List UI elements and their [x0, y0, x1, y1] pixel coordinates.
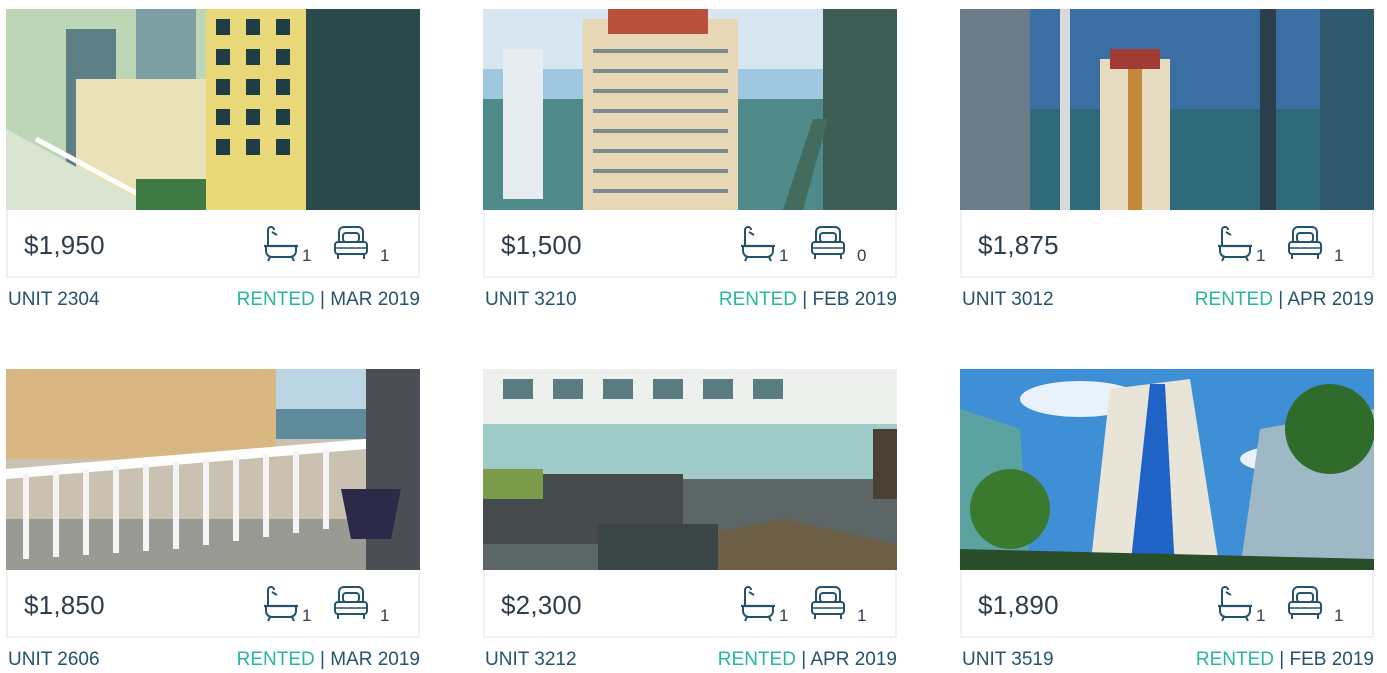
listing-photo[interactable]: [6, 369, 420, 570]
rented-date: MAR 2019: [330, 289, 420, 310]
bath-count: 1: [1256, 246, 1266, 265]
bed-count: 1: [380, 246, 390, 265]
listing-card[interactable]: $1,500 1 0 UNIT 3210 RENTED | FEB 2019: [483, 9, 897, 314]
bathtub-icon: [1216, 584, 1254, 624]
unit-number: UNIT 2606: [8, 649, 100, 670]
listing-meta: UNIT 3519 RENTED | FEB 2019: [960, 646, 1374, 673]
rented-label: RENTED: [236, 289, 315, 310]
rented-label: RENTED: [236, 649, 315, 670]
bathtub-icon: [1216, 224, 1254, 264]
listing-price: $1,950: [24, 230, 105, 260]
listing-status: RENTED | MAR 2019: [236, 649, 420, 670]
bathtub-icon: [739, 584, 777, 624]
listing-meta: UNIT 3012 RENTED | APR 2019: [960, 286, 1374, 314]
amenities: 1 0: [733, 220, 883, 272]
rented-date: APR 2019: [810, 649, 897, 670]
rented-date: FEB 2019: [1289, 649, 1375, 670]
bath-count: 1: [302, 246, 312, 265]
listing-meta: UNIT 3212 RENTED | APR 2019: [483, 646, 897, 673]
bed-count: 0: [857, 246, 867, 265]
listing-card[interactable]: $1,950 1 1 UNIT 2304 RENTED | MAR 2019: [6, 9, 420, 314]
listing-photo[interactable]: [960, 9, 1374, 210]
bathtub-icon: [262, 224, 300, 264]
listing-info: $2,300 1 1: [483, 570, 897, 638]
listing-card[interactable]: $2,300 1 1 UNIT 3212 RENTED | APR 2019: [483, 369, 897, 673]
listing-photo[interactable]: [6, 9, 420, 210]
listing-status: RENTED | MAR 2019: [236, 289, 420, 310]
listing-price: $1,850: [24, 590, 105, 620]
listing-status: RENTED | APR 2019: [1194, 289, 1374, 310]
bathtub-icon: [739, 224, 777, 264]
bed-icon: [809, 584, 847, 624]
listing-photo[interactable]: [483, 369, 897, 570]
bed-icon: [1286, 224, 1324, 264]
listing-card[interactable]: $1,850 1 1 UNIT 2606 RENTED | MAR 2019: [6, 369, 420, 673]
bath-count: 1: [302, 606, 312, 625]
bed-count: 1: [857, 606, 867, 625]
bed-icon: [809, 224, 847, 264]
listing-info: $1,890 1 1: [960, 570, 1374, 638]
rented-label: RENTED: [717, 649, 796, 670]
listing-card[interactable]: $1,890 1 1 UNIT 3519 RENTED | FEB 2019: [960, 369, 1374, 673]
bed-count: 1: [380, 606, 390, 625]
bed-count: 1: [1334, 246, 1344, 265]
listing-price: $1,500: [501, 230, 582, 260]
bath-count: 1: [1256, 606, 1266, 625]
rented-label: RENTED: [1195, 649, 1274, 670]
listing-price: $1,890: [978, 590, 1059, 620]
amenities: 1 1: [733, 580, 883, 632]
amenities: 1 1: [1210, 220, 1360, 272]
rented-date: APR 2019: [1287, 289, 1374, 310]
unit-number: UNIT 2304: [8, 289, 100, 310]
listing-info: $1,850 1 1: [6, 570, 420, 638]
unit-number: UNIT 3212: [485, 649, 577, 670]
listing-status: RENTED | FEB 2019: [1195, 649, 1375, 670]
amenities: 1 1: [256, 220, 406, 272]
listing-info: $1,950 1 1: [6, 210, 420, 278]
listing-status: RENTED | FEB 2019: [718, 289, 898, 310]
bed-count: 1: [1334, 606, 1344, 625]
listing-status: RENTED | APR 2019: [717, 649, 897, 670]
listing-photo[interactable]: [483, 9, 897, 210]
unit-number: UNIT 3012: [962, 289, 1054, 310]
listing-price: $2,300: [501, 590, 582, 620]
listing-price: $1,875: [978, 230, 1059, 260]
amenities: 1 1: [1210, 580, 1360, 632]
bed-icon: [332, 584, 370, 624]
bath-count: 1: [779, 606, 789, 625]
listings-grid: $1,950 1 1 UNIT 2304 RENTED | MAR 2019 $…: [0, 0, 1387, 673]
bed-icon: [1286, 584, 1324, 624]
rented-label: RENTED: [718, 289, 797, 310]
listing-card[interactable]: $1,875 1 1 UNIT 3012 RENTED | APR 2019: [960, 9, 1374, 314]
rented-date: MAR 2019: [330, 649, 420, 670]
unit-number: UNIT 3210: [485, 289, 577, 310]
bed-icon: [332, 224, 370, 264]
amenities: 1 1: [256, 580, 406, 632]
rented-date: FEB 2019: [812, 289, 898, 310]
listing-info: $1,875 1 1: [960, 210, 1374, 278]
listing-info: $1,500 1 0: [483, 210, 897, 278]
listing-photo[interactable]: [960, 369, 1374, 570]
unit-number: UNIT 3519: [962, 649, 1054, 670]
bath-count: 1: [779, 246, 789, 265]
listing-meta: UNIT 3210 RENTED | FEB 2019: [483, 286, 897, 314]
bathtub-icon: [262, 584, 300, 624]
listing-meta: UNIT 2304 RENTED | MAR 2019: [6, 286, 420, 314]
listing-meta: UNIT 2606 RENTED | MAR 2019: [6, 646, 420, 673]
rented-label: RENTED: [1194, 289, 1273, 310]
